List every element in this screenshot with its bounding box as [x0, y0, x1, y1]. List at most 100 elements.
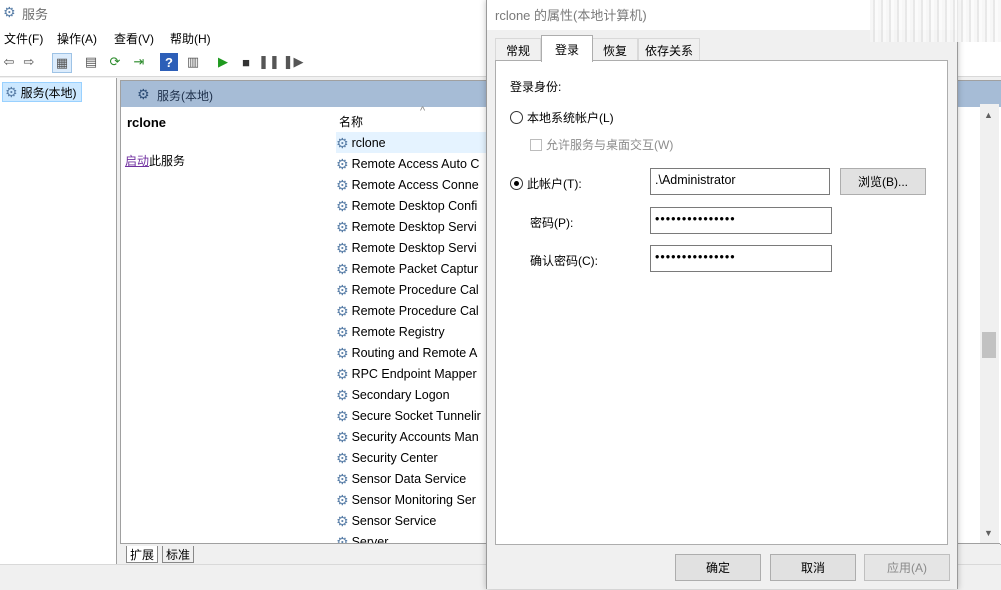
- service-row[interactable]: ⚙ rclone: [336, 132, 486, 153]
- refresh-icon[interactable]: ⟳: [106, 53, 124, 71]
- blurred-region: [870, 0, 1001, 42]
- local-system-radio[interactable]: [510, 111, 523, 124]
- start-service-text: 启动此服务: [125, 152, 185, 169]
- show-action-pane-icon[interactable]: ▥: [184, 53, 202, 71]
- service-name: Sensor Data Service: [351, 471, 467, 486]
- this-account-radio[interactable]: [510, 177, 523, 190]
- tab-general[interactable]: 常规: [495, 38, 541, 61]
- show-console-tree-icon[interactable]: ▦: [52, 53, 72, 73]
- service-name: Remote Registry: [351, 324, 445, 339]
- service-row[interactable]: ⚙ Remote Procedure Cal: [336, 279, 486, 300]
- allow-desktop-checkbox[interactable]: [530, 138, 542, 151]
- this-account-label: 此帐户(T):: [527, 177, 582, 191]
- service-row[interactable]: ⚙ Sensor Data Service: [336, 468, 486, 489]
- service-row[interactable]: ⚙ Remote Desktop Servi: [336, 216, 486, 237]
- stop-service-icon[interactable]: ■: [237, 53, 255, 71]
- logon-tab-panel: 登录身份: 本地系统帐户(L) 允许服务与桌面交互(W) 此帐户(T): .\A…: [495, 60, 948, 545]
- service-name: rclone: [351, 135, 386, 150]
- service-name: Remote Desktop Servi: [351, 219, 477, 234]
- cancel-button[interactable]: 取消: [770, 554, 856, 581]
- browse-button[interactable]: 浏览(B)...: [840, 168, 926, 195]
- properties-sheet-icon[interactable]: ▤: [82, 53, 100, 71]
- menu-help[interactable]: 帮助(H): [170, 30, 211, 47]
- tree-item-services-local[interactable]: ⚙ 服务(本地): [2, 82, 82, 102]
- scroll-up-icon[interactable]: ▲: [984, 110, 993, 120]
- menu-action[interactable]: 操作(A): [57, 30, 97, 47]
- scroll-thumb[interactable]: [982, 332, 996, 358]
- pause-service-icon[interactable]: ❚❚: [258, 53, 280, 71]
- service-row[interactable]: ⚙ Sensor Service: [336, 510, 486, 531]
- properties-dialog: rclone 的属性(本地计算机) 常规 登录 恢复 依存关系 登录身份: 本地…: [486, 0, 958, 589]
- column-header-label: 名称: [339, 115, 364, 129]
- ok-button[interactable]: 确定: [675, 554, 761, 581]
- restart-service-icon[interactable]: ❚▶: [283, 53, 304, 71]
- password-input[interactable]: •••••••••••••••: [650, 207, 832, 234]
- tab-dependencies[interactable]: 依存关系: [638, 38, 700, 61]
- service-row[interactable]: ⚙ Remote Desktop Servi: [336, 237, 486, 258]
- window-title: 服务: [22, 7, 49, 22]
- service-gear-icon: ⚙: [336, 449, 349, 466]
- confirm-password-label: 确认密码(C):: [530, 254, 598, 268]
- service-row[interactable]: ⚙ Security Center: [336, 447, 486, 468]
- service-row[interactable]: ⚙ Remote Access Auto C: [336, 153, 486, 174]
- service-gear-icon: ⚙: [336, 323, 349, 340]
- service-name: Remote Desktop Confi: [351, 198, 478, 213]
- column-header-name[interactable]: 名称 ^: [325, 105, 505, 131]
- service-name: Routing and Remote A: [351, 345, 478, 360]
- menu-file[interactable]: 文件(F): [4, 30, 43, 47]
- apply-button[interactable]: 应用(A): [864, 554, 950, 581]
- service-row[interactable]: ⚙ Routing and Remote A: [336, 342, 486, 363]
- service-name: Secondary Logon: [351, 387, 450, 402]
- tree-item-label: 服务(本地): [20, 85, 77, 100]
- tab-recovery[interactable]: 恢复: [592, 38, 638, 61]
- service-gear-icon: ⚙: [336, 365, 349, 382]
- service-row[interactable]: ⚙ Remote Packet Captur: [336, 258, 486, 279]
- service-gear-icon: ⚙: [336, 134, 349, 151]
- tab-logon[interactable]: 登录: [541, 35, 593, 62]
- service-gear-icon: ⚙: [336, 428, 349, 445]
- service-row[interactable]: ⚙ Secure Socket Tunnelir: [336, 405, 486, 426]
- service-name: Remote Procedure Cal: [351, 303, 479, 318]
- services-gear-icon: ⚙: [5, 84, 18, 100]
- service-gear-icon: ⚙: [336, 386, 349, 403]
- service-name: Remote Access Auto C: [351, 156, 480, 171]
- help-icon[interactable]: ?: [160, 53, 178, 71]
- forward-arrow-icon[interactable]: ⇨: [20, 53, 38, 71]
- allow-desktop-option[interactable]: 允许服务与桌面交互(W): [530, 136, 673, 153]
- service-row[interactable]: ⚙ RPC Endpoint Mapper: [336, 363, 486, 384]
- service-row[interactable]: ⚙ Remote Procedure Cal: [336, 300, 486, 321]
- service-name: Sensor Service: [351, 513, 437, 528]
- service-name: Remote Access Conne: [351, 177, 479, 192]
- scroll-down-icon[interactable]: ▼: [984, 528, 993, 538]
- start-service-icon[interactable]: ▶: [214, 53, 232, 71]
- services-gear-icon: ⚙: [3, 4, 16, 20]
- service-row[interactable]: ⚙ Remote Access Conne: [336, 174, 486, 195]
- this-account-option[interactable]: 此帐户(T):: [510, 175, 582, 192]
- menu-view[interactable]: 查看(V): [114, 30, 154, 47]
- back-arrow-icon[interactable]: ⇦: [0, 53, 18, 71]
- export-list-icon[interactable]: ⇥: [130, 53, 148, 71]
- service-row[interactable]: ⚙ Security Accounts Man: [336, 426, 486, 447]
- confirm-password-input[interactable]: •••••••••••••••: [650, 245, 832, 272]
- service-name: Remote Packet Captur: [351, 261, 479, 276]
- tab-extended[interactable]: 扩展: [126, 546, 159, 563]
- service-row[interactable]: ⚙ Sensor Monitoring Ser: [336, 489, 486, 510]
- service-gear-icon: ⚙: [336, 302, 349, 319]
- service-row[interactable]: ⚙ Remote Desktop Confi: [336, 195, 486, 216]
- service-name: Security Accounts Man: [351, 429, 479, 444]
- selected-service-title: rclone: [127, 115, 167, 130]
- service-name: Remote Desktop Servi: [351, 240, 477, 255]
- service-row[interactable]: ⚙ Remote Registry: [336, 321, 486, 342]
- service-name: RPC Endpoint Mapper: [351, 366, 477, 381]
- sort-ascending-icon: ^: [420, 105, 426, 117]
- service-row[interactable]: ⚙ Secondary Logon: [336, 384, 486, 405]
- account-input[interactable]: .\Administrator: [650, 168, 830, 195]
- start-service-suffix: 此服务: [149, 154, 186, 168]
- service-gear-icon: ⚙: [336, 491, 349, 508]
- local-system-option[interactable]: 本地系统帐户(L): [510, 109, 614, 126]
- content-header-label: 服务(本地): [157, 89, 213, 103]
- tab-standard[interactable]: 标准: [162, 546, 195, 563]
- start-service-link[interactable]: 启动: [125, 154, 149, 168]
- service-gear-icon: ⚙: [336, 155, 349, 172]
- vertical-scrollbar[interactable]: ▲ ▼: [980, 104, 999, 543]
